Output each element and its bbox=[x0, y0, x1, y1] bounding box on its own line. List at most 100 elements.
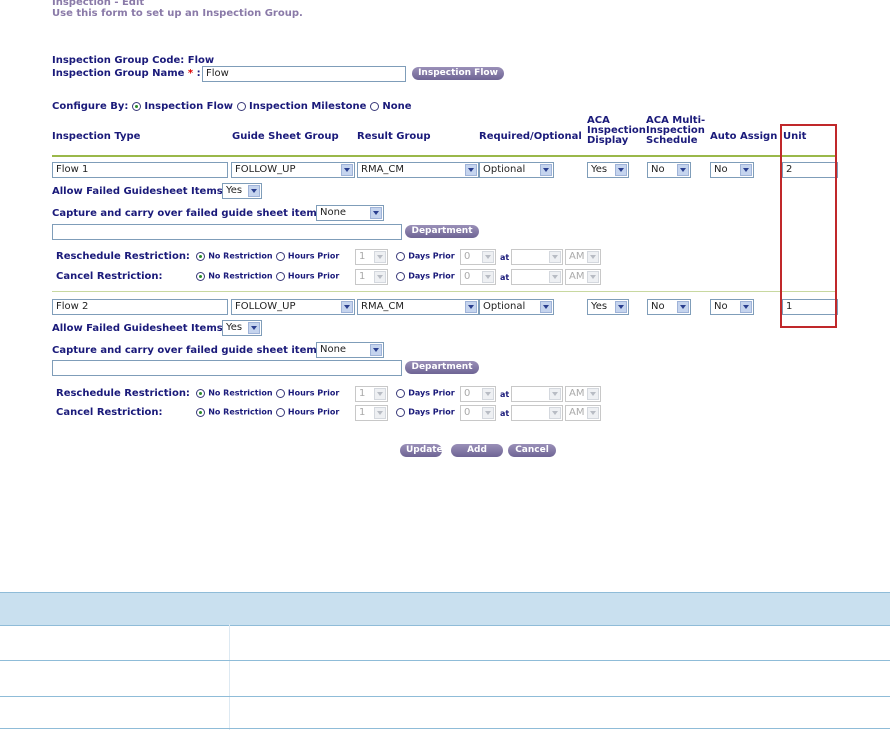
cancel-time-select[interactable] bbox=[511, 405, 563, 421]
configure-flow-radio[interactable] bbox=[131, 102, 141, 111]
allow-failed-value: Yes bbox=[226, 185, 243, 196]
chevron-down-icon bbox=[587, 388, 599, 400]
carry-over-select[interactable]: None bbox=[316, 342, 384, 358]
auto-assign-value: No bbox=[714, 164, 728, 175]
inspection-type-input[interactable]: Flow 1 bbox=[52, 162, 228, 178]
required-value: Optional bbox=[483, 164, 526, 175]
add-type-button[interactable]: Add Type bbox=[451, 444, 503, 468]
reschedule-time-select[interactable] bbox=[511, 249, 563, 265]
reschedule-ampm-select[interactable]: AM bbox=[565, 249, 601, 265]
guide-sheet-value: FOLLOW_UP bbox=[235, 164, 296, 175]
cancel-no-label: No Restriction bbox=[208, 407, 273, 417]
carry-over-label: Capture and carry over failed guide shee… bbox=[52, 208, 323, 219]
reschedule-options: No Restriction Hours Prior bbox=[196, 388, 339, 399]
reschedule-hours-select[interactable]: 1 bbox=[355, 386, 388, 402]
col-result-group: Result Group bbox=[357, 131, 431, 142]
cancel-options: No Restriction Hours Prior bbox=[196, 407, 339, 418]
carry-over-select[interactable]: None bbox=[316, 205, 384, 221]
cancel-time-select[interactable] bbox=[511, 269, 563, 285]
reschedule-no-radio[interactable] bbox=[196, 388, 205, 398]
col-guide-sheet-group: Guide Sheet Group bbox=[232, 131, 339, 142]
chevron-down-icon bbox=[549, 407, 561, 419]
page-subtitle: Use this form to set up an Inspection Gr… bbox=[52, 8, 303, 19]
configure-flow-label: Inspection Flow bbox=[144, 101, 234, 112]
chevron-down-icon bbox=[677, 164, 689, 176]
group-name-input[interactable]: Flow bbox=[202, 66, 406, 82]
reschedule-ampm-select[interactable]: AM bbox=[565, 386, 601, 402]
cancel-days-radio[interactable] bbox=[396, 271, 405, 281]
department-input[interactable] bbox=[52, 360, 402, 376]
cancel-days-radio[interactable] bbox=[396, 407, 405, 417]
configure-none-radio[interactable] bbox=[369, 102, 379, 111]
reschedule-hours-label: Hours Prior bbox=[287, 251, 340, 261]
cancel-button[interactable]: Cancel bbox=[508, 444, 556, 457]
configure-milestone-radio[interactable] bbox=[236, 102, 246, 111]
auto-assign-select[interactable]: No bbox=[710, 162, 754, 178]
cancel-hours-radio[interactable] bbox=[275, 271, 285, 281]
footer-column-divider bbox=[229, 624, 230, 730]
carry-over-value: None bbox=[320, 344, 347, 355]
result-group-select[interactable]: RMA_CM bbox=[357, 299, 479, 315]
aca-display-select[interactable]: Yes bbox=[587, 162, 629, 178]
reschedule-hours-select[interactable]: 1 bbox=[355, 249, 388, 265]
reschedule-days-radio[interactable] bbox=[396, 251, 405, 261]
required-marker: * bbox=[187, 68, 194, 79]
chevron-down-icon bbox=[341, 164, 353, 176]
department-button[interactable]: Department bbox=[405, 361, 479, 374]
reschedule-days-select[interactable]: 0 bbox=[460, 249, 496, 265]
footer-row-line bbox=[0, 696, 890, 697]
allow-failed-label: Allow Failed Guidesheet Items bbox=[52, 186, 223, 197]
unit-column-highlight bbox=[780, 124, 837, 328]
cancel-no-radio[interactable] bbox=[196, 271, 205, 281]
reschedule-no-radio[interactable] bbox=[196, 251, 205, 261]
reschedule-hours-radio[interactable] bbox=[275, 251, 285, 261]
cancel-hours-value: 1 bbox=[359, 407, 366, 418]
guide-sheet-select[interactable]: FOLLOW_UP bbox=[231, 299, 355, 315]
reschedule-days-radio[interactable] bbox=[396, 388, 405, 398]
reschedule-no-label: No Restriction bbox=[208, 251, 273, 261]
guide-sheet-value: FOLLOW_UP bbox=[235, 301, 296, 312]
reschedule-time-select[interactable] bbox=[511, 386, 563, 402]
reschedule-hours-value: 1 bbox=[359, 251, 366, 262]
cancel-hours-select[interactable]: 1 bbox=[355, 269, 388, 285]
department-input[interactable] bbox=[52, 224, 402, 240]
reschedule-hours-radio[interactable] bbox=[275, 388, 285, 398]
chevron-down-icon bbox=[587, 251, 599, 263]
cancel-ampm-select[interactable]: AM bbox=[565, 269, 601, 285]
reschedule-days-wrap: Days Prior bbox=[396, 251, 455, 262]
cancel-options: No Restriction Hours Prior bbox=[196, 271, 339, 282]
aca-multi-select[interactable]: No bbox=[647, 299, 691, 315]
inspection-type-input[interactable]: Flow 2 bbox=[52, 299, 228, 315]
cancel-no-radio[interactable] bbox=[196, 407, 205, 417]
group-code-label: Inspection Group Code: bbox=[52, 55, 185, 66]
chevron-down-icon bbox=[587, 407, 599, 419]
aca-multi-select[interactable]: No bbox=[647, 162, 691, 178]
guide-sheet-select[interactable]: FOLLOW_UP bbox=[231, 162, 355, 178]
reschedule-days-select[interactable]: 0 bbox=[460, 386, 496, 402]
chevron-down-icon bbox=[482, 251, 494, 263]
inspection-flow-button[interactable]: Inspection Flow bbox=[412, 67, 504, 80]
aca-display-select[interactable]: Yes bbox=[587, 299, 629, 315]
required-select[interactable]: Optional bbox=[479, 162, 554, 178]
required-select[interactable]: Optional bbox=[479, 299, 554, 315]
reschedule-days-label: Days Prior bbox=[408, 251, 455, 261]
cancel-hours-radio[interactable] bbox=[275, 407, 285, 417]
auto-assign-select[interactable]: No bbox=[710, 299, 754, 315]
department-button[interactable]: Department bbox=[405, 225, 479, 238]
update-button[interactable]: Update bbox=[400, 444, 443, 457]
allow-failed-label: Allow Failed Guidesheet Items bbox=[52, 323, 223, 334]
cancel-hours-select[interactable]: 1 bbox=[355, 405, 388, 421]
cancel-days-select[interactable]: 0 bbox=[460, 269, 496, 285]
col-aca-multi-l3: Schedule bbox=[646, 135, 698, 146]
allow-failed-select[interactable]: Yes bbox=[222, 320, 262, 336]
cancel-ampm-select[interactable]: AM bbox=[565, 405, 601, 421]
result-group-select[interactable]: RMA_CM bbox=[357, 162, 479, 178]
aca-display-value: Yes bbox=[591, 301, 608, 312]
group-name-label: Inspection Group Name bbox=[52, 68, 185, 79]
col-required-optional: Required/Optional bbox=[479, 131, 582, 142]
chevron-down-icon bbox=[740, 301, 752, 313]
cancel-hours-value: 1 bbox=[359, 271, 366, 282]
cancel-days-select[interactable]: 0 bbox=[460, 405, 496, 421]
chevron-down-icon bbox=[740, 164, 752, 176]
allow-failed-select[interactable]: Yes bbox=[222, 183, 262, 199]
